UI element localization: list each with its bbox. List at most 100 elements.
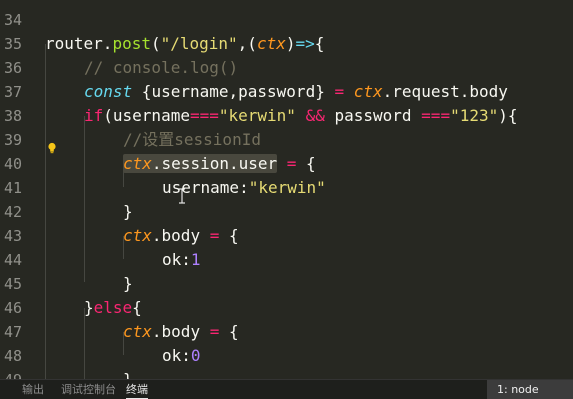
line-number: 35 [3, 35, 22, 53]
code-token: = [209, 322, 220, 341]
code-token: === [421, 106, 451, 125]
code-content: ctx.session.user = { [123, 152, 316, 176]
code-content: //设置sessionId [123, 128, 261, 152]
code-token: .body [151, 226, 210, 245]
code-token: => [295, 34, 315, 53]
code-token: "123" [450, 106, 499, 125]
selection-highlight: ctx.session.user [123, 154, 278, 173]
terminal-select[interactable]: 1: node [487, 380, 573, 399]
line-number: 40 [3, 155, 22, 173]
code-token: } [123, 202, 133, 221]
line-number: 41 [3, 179, 22, 197]
line-number: 43 [3, 227, 22, 245]
line-number: 47 [3, 323, 22, 341]
code-token: ok: [162, 346, 191, 365]
code-line[interactable]: 38 if(username==="kerwin" && password ===… [0, 104, 573, 128]
code-token: 1 [190, 250, 201, 269]
code-token: .body [151, 322, 210, 341]
code-line[interactable]: 34 [0, 8, 573, 32]
code-line[interactable]: 40 ctx.session.user = { [0, 152, 573, 176]
code-token: if [84, 106, 104, 125]
code-token: // console.log() [84, 58, 239, 77]
code-token: "/login" [160, 34, 238, 53]
code-token: { [296, 154, 316, 173]
code-token: {username,password} [132, 82, 335, 101]
code-token: === [189, 106, 219, 125]
code-token: .request.body [382, 82, 508, 101]
code-content: const {username,password} = ctx.request.… [84, 80, 508, 104]
code-token: ctx [123, 322, 152, 341]
line-number: 36 [3, 59, 22, 77]
code-token: password [324, 106, 422, 125]
code-content: router.post("/login",(ctx)=>{ [45, 32, 324, 56]
code-token: 0 [190, 346, 201, 365]
code-token: = [209, 226, 220, 245]
code-token: const [84, 82, 133, 101]
code-token: (username [103, 106, 190, 125]
code-content: }else{ [84, 296, 142, 320]
tab-output[interactable]: 输出 [22, 383, 44, 397]
code-token: { [219, 226, 239, 245]
code-token: ok: [162, 250, 191, 269]
code-token: ( [150, 34, 161, 53]
code-token: ctx [123, 226, 152, 245]
line-number: 39 [3, 131, 22, 149]
code-token: ctx [256, 34, 286, 53]
code-content: username:"kerwin" [162, 176, 326, 200]
code-token: = [286, 154, 297, 173]
code-token: { [219, 322, 239, 341]
code-token: && [305, 106, 325, 125]
code-token: router [45, 34, 103, 53]
code-token: ctx [123, 154, 152, 173]
code-line[interactable]: 35 router.post("/login",(ctx)=>{ [0, 32, 573, 56]
code-editor[interactable]: 34 35 router.post("/login",(ctx)=>{36// co… [0, 0, 573, 379]
line-number: 42 [3, 203, 22, 221]
line-number: 46 [3, 299, 22, 317]
code-token: { [132, 298, 142, 317]
code-token: "kerwin" [218, 106, 296, 125]
code-line[interactable]: 39 //设置sessionId [0, 128, 573, 152]
code-token: post [112, 34, 151, 53]
code-content: } [123, 272, 133, 296]
code-line[interactable]: 42} [0, 200, 573, 224]
code-line[interactable]: 48 ok:0 [0, 344, 573, 368]
code-token: = [334, 82, 345, 101]
code-line[interactable]: 46 }else{ [0, 296, 573, 320]
code-line[interactable]: 43 ctx.body = { [0, 224, 573, 248]
line-number: 44 [3, 251, 22, 269]
code-token: //设置sessionId [123, 130, 261, 149]
line-number: 49 [0, 368, 22, 379]
code-line[interactable]: 37 const {username,password} = ctx.reques… [0, 80, 573, 104]
code-token: .session.user [151, 154, 278, 173]
code-line[interactable]: 45} [0, 272, 573, 296]
line-number: 45 [3, 275, 22, 293]
code-content: if(username==="kerwin" && password ==="1… [84, 104, 518, 128]
code-token: "kerwin" [248, 178, 326, 197]
code-line[interactable]: 36 // console.log() [0, 56, 573, 80]
code-token: . [102, 34, 113, 53]
code-token: username: [162, 178, 249, 197]
code-content: ok:0 [162, 344, 201, 368]
code-content: ctx.body = { [123, 224, 239, 248]
line-number: 48 [3, 347, 22, 365]
code-line[interactable]: 44 ok:1 [0, 248, 573, 272]
code-token: else [93, 298, 133, 317]
code-token: } [123, 274, 133, 293]
code-line[interactable]: 47 ctx.body = { [0, 320, 573, 344]
code-content: } [123, 368, 133, 379]
line-number: 38 [3, 107, 22, 125]
line-number: 34 [3, 11, 22, 29]
code-line[interactable]: 41 username:"kerwin" [0, 176, 573, 200]
bottom-panel: 输出 调试控制台 终端 1: node [0, 379, 573, 399]
tab-terminal[interactable]: 终端 [126, 383, 148, 397]
code-token: ){ [498, 106, 518, 125]
code-content: } [123, 200, 133, 224]
code-token: ,( [237, 34, 257, 53]
code-token: ctx [353, 82, 383, 101]
tab-debug-console[interactable]: 调试控制台 [61, 383, 116, 397]
code-token: { [314, 34, 325, 53]
code-line[interactable]: 49} [0, 368, 573, 379]
